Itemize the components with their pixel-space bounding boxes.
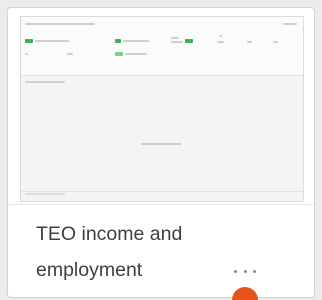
thumbnail-filter-line: [217, 41, 224, 43]
app-card[interactable]: TEO income and employment: [7, 7, 315, 298]
thumbnail-filter-bar: [25, 39, 33, 43]
thumbnail-filter-bar: [115, 39, 121, 43]
thumbnail-filter-bar: [185, 39, 193, 43]
thumbnail-filter-line: [67, 53, 73, 55]
stage: TEO income and employment: [0, 0, 322, 300]
thumbnail-filter-line: [35, 40, 69, 42]
thumbnail-footer-line: [25, 193, 65, 195]
thumbnail-divider: [21, 191, 303, 192]
thumbnail-filter-bar: [115, 52, 123, 56]
thumbnail-filter-line: [123, 40, 149, 42]
thumbnail-filter-line: [171, 37, 179, 39]
more-options-icon: [243, 269, 247, 273]
more-options-button[interactable]: [234, 264, 256, 278]
more-options-icon: [253, 269, 256, 273]
thumbnail-filter-line: [171, 41, 183, 43]
card-separator: [8, 204, 314, 205]
thumbnail-filter-line: [125, 53, 147, 55]
thumbnail-title-line: [25, 23, 95, 25]
thumbnail-filter-line: [25, 53, 28, 55]
thumbnail-header: [21, 17, 303, 75]
thumbnail-filter-line: [273, 41, 278, 43]
card-title[interactable]: TEO income and employment: [36, 216, 246, 288]
thumbnail-placeholder-line: [141, 143, 181, 145]
thumbnail-corner-line: [283, 23, 297, 25]
thumbnail-filter-line: [219, 35, 222, 37]
app-thumbnail: [20, 16, 304, 202]
thumbnail-divider: [21, 75, 303, 76]
more-options-icon: [234, 269, 237, 273]
thumbnail-filter-line: [247, 41, 252, 43]
thumbnail-section-line: [25, 81, 65, 83]
